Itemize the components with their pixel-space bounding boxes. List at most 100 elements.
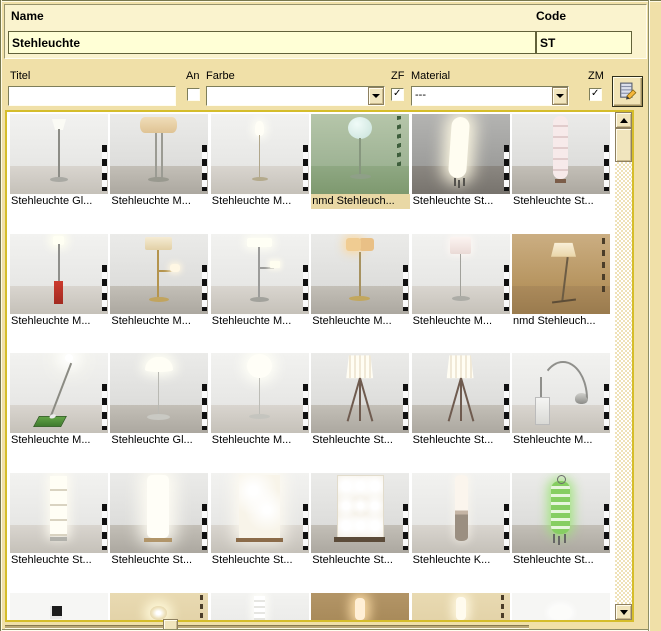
thumbnail-cell[interactable]: Stehleuchte M... [311, 234, 411, 332]
lamp-photo[interactable] [211, 473, 309, 553]
dropdown-arrow-icon[interactable] [368, 87, 384, 105]
lamp-illustration [311, 593, 409, 620]
thumbnail-cell[interactable] [10, 593, 110, 620]
thumbnail-caption: Stehleuchte M... [512, 433, 611, 448]
lamp-illustration [211, 593, 309, 620]
dropdown-arrow-icon[interactable] [552, 87, 568, 105]
thumbnail-caption: Stehleuchte M... [110, 314, 209, 329]
thumbnail-cell[interactable]: Stehleuchte M... [110, 114, 210, 212]
thumbnail-cell[interactable]: Stehleuchte M... [512, 353, 612, 451]
thumbnail-cell[interactable]: Stehleuchte St... [412, 114, 512, 212]
zf-checkbox[interactable] [391, 88, 404, 101]
measuring-ruler [604, 384, 609, 430]
thumbnail-cell[interactable]: Stehleuchte Gl... [10, 114, 110, 212]
measuring-ruler [504, 265, 509, 311]
thumbnail-cell[interactable]: Stehleuchte St... [512, 114, 612, 212]
thumbnail-cell[interactable]: Stehleuchte St... [311, 473, 411, 571]
thumbnail-cell[interactable]: Stehleuchte M... [211, 234, 311, 332]
lamp-photo[interactable] [10, 114, 108, 194]
thumbnail-cell[interactable]: Stehleuchte Gl... [110, 353, 210, 451]
lamp-photo[interactable] [211, 353, 309, 433]
farbe-label: Farbe [206, 70, 235, 82]
lamp-photo[interactable] [311, 114, 409, 194]
lamp-photo[interactable] [10, 234, 108, 314]
thumbnail-cell[interactable]: nmd Stehleuch... [311, 114, 411, 212]
lamp-illustration [512, 114, 610, 194]
material-label: Material [411, 70, 450, 82]
lamp-photo[interactable] [211, 114, 309, 194]
an-checkbox[interactable] [187, 88, 200, 101]
thumbnail-cell[interactable] [211, 593, 311, 620]
lamp-photo[interactable] [512, 473, 610, 553]
thumbnail-cell[interactable]: Stehleuchte St... [211, 473, 311, 571]
scrollbar-thumb[interactable] [615, 128, 632, 162]
lamp-illustration [110, 353, 208, 433]
measuring-ruler [102, 145, 107, 191]
thumbnail-cell[interactable]: Stehleuchte M... [10, 353, 110, 451]
thumbnail-cell[interactable]: Stehleuchte St... [311, 353, 411, 451]
code-input[interactable] [536, 31, 632, 54]
thumbnail-cell[interactable]: Stehleuchte St... [412, 353, 512, 451]
measuring-ruler [303, 384, 308, 430]
titel-label: Titel [10, 70, 30, 82]
thumbnail-cell[interactable] [311, 593, 411, 620]
thumbnail-cell[interactable]: Stehleuchte M... [10, 234, 110, 332]
lamp-photo[interactable] [412, 353, 510, 433]
thumbnail-caption: Stehleuchte St... [10, 553, 109, 568]
lamp-photo[interactable] [110, 114, 208, 194]
thumbnail-cell[interactable]: Stehleuchte K... [412, 473, 512, 571]
lamp-photo[interactable] [211, 234, 309, 314]
thumbnail-cell[interactable] [412, 593, 512, 620]
lamp-photo[interactable] [512, 114, 610, 194]
thumbnail-cell[interactable]: Stehleuchte M... [211, 114, 311, 212]
material-combobox[interactable]: --- [411, 86, 569, 106]
thumbnail-caption: Stehleuchte St... [512, 553, 611, 568]
thumbnail-cell[interactable]: Stehleuchte M... [110, 234, 210, 332]
lamp-photo[interactable] [211, 593, 309, 620]
lamp-photo[interactable] [110, 593, 208, 620]
thumbnail-cell[interactable]: nmd Stehleuch... [512, 234, 612, 332]
lamp-photo[interactable] [110, 473, 208, 553]
thumbnail-cell[interactable] [110, 593, 210, 620]
thumbnail-grid: Stehleuchte Gl... Stehleuchte M... Stehl… [7, 112, 615, 620]
lamp-photo[interactable] [311, 593, 409, 620]
lamp-photo[interactable] [10, 353, 108, 433]
thumbnail-cell[interactable]: Stehleuchte M... [412, 234, 512, 332]
lamp-photo[interactable] [412, 234, 510, 314]
thumbnail-cell[interactable]: Stehleuchte St... [110, 473, 210, 571]
lamp-photo[interactable] [311, 473, 409, 553]
thumbnail-caption: Stehleuchte St... [412, 194, 511, 209]
lamp-photo[interactable] [412, 593, 510, 620]
measuring-ruler [403, 384, 408, 430]
lamp-photo[interactable] [512, 593, 610, 620]
lamp-photo[interactable] [311, 353, 409, 433]
lamp-photo[interactable] [10, 473, 108, 553]
thumbnail-cell[interactable] [512, 593, 612, 620]
lamp-photo[interactable] [412, 114, 510, 194]
thumbnail-cell[interactable]: Stehleuchte St... [10, 473, 110, 571]
lamp-photo[interactable] [311, 234, 409, 314]
lamp-photo[interactable] [512, 353, 610, 433]
titel-input[interactable] [8, 86, 176, 106]
vertical-scrollbar[interactable] [615, 112, 632, 620]
lamp-photo[interactable] [110, 353, 208, 433]
lamp-illustration [512, 353, 610, 433]
lamp-photo[interactable] [110, 234, 208, 314]
lamp-illustration [10, 114, 108, 194]
lamp-photo[interactable] [512, 234, 610, 314]
scroll-up-button[interactable] [615, 112, 632, 128]
scroll-down-button[interactable] [615, 604, 632, 620]
thumbnail-cell[interactable]: Stehleuchte M... [211, 353, 311, 451]
measuring-ruler [102, 265, 107, 311]
name-input[interactable] [8, 31, 536, 54]
lamp-photo[interactable] [412, 473, 510, 553]
report-edit-button[interactable] [612, 76, 643, 107]
material-combobox-value: --- [415, 89, 426, 101]
measuring-ruler [202, 504, 207, 550]
thumbnail-cell[interactable]: Stehleuchte St... [512, 473, 612, 571]
lamp-illustration [412, 353, 510, 433]
zm-checkbox[interactable] [589, 88, 602, 101]
farbe-combobox[interactable] [206, 86, 385, 106]
lamp-photo[interactable] [10, 593, 108, 620]
thumbnail-caption: Stehleuchte M... [412, 314, 511, 329]
